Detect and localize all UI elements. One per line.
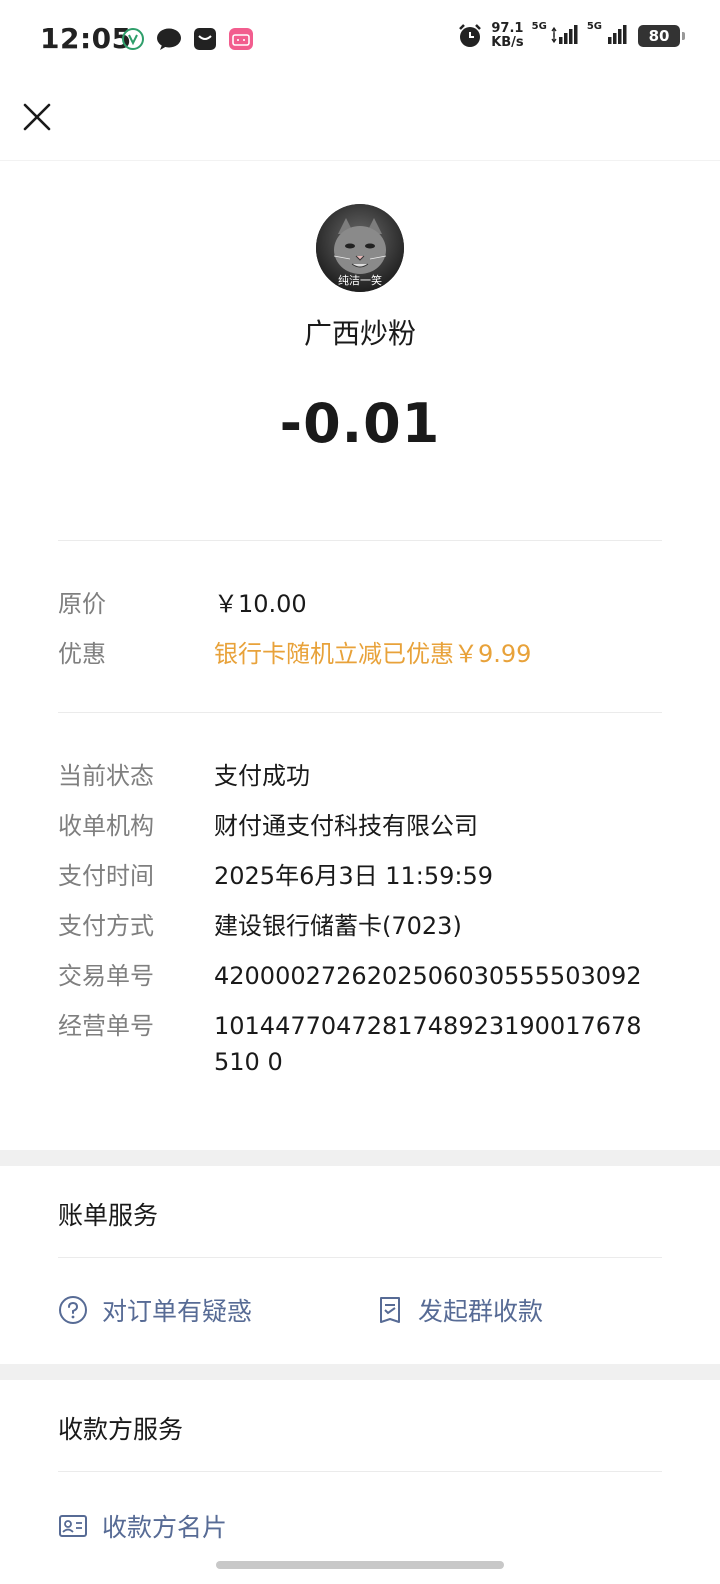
status-value: 支付成功 <box>214 762 310 790</box>
order-question-link[interactable]: 对订单有疑惑 <box>58 1292 252 1328</box>
question-circle-icon <box>59 1296 87 1324</box>
merchant-order-row: 经营单号 1014477047281748923190017678510 0 <box>58 1008 668 1080</box>
merchant-avatar[interactable]: 纯洁一笑 <box>316 204 404 292</box>
payment-method-value: 建设银行储蓄卡(7023) <box>214 912 462 940</box>
acquirer-row: 收单机构 财付通支付科技有限公司 <box>58 808 668 844</box>
group-collect-label: 发起群收款 <box>418 1297 544 1326</box>
close-button[interactable] <box>18 98 58 138</box>
divider-payee-service <box>58 1471 662 1472</box>
row-label: 支付时间 <box>58 862 154 890</box>
row-label: 当前状态 <box>58 762 154 790</box>
alarm-icon <box>457 23 483 49</box>
payment-time-value: 2025年6月3日 11:59:59 <box>214 862 494 890</box>
divider-bill-service <box>58 1257 662 1258</box>
status-row: 当前状态 支付成功 <box>58 758 668 794</box>
payment-time-row: 支付时间 2025年6月3日 11:59:59 <box>58 858 668 894</box>
net-speed-unit: KB/s <box>491 35 524 50</box>
signal-bars-2-icon <box>606 23 630 49</box>
avatar-caption: 纯洁一笑 <box>338 273 382 287</box>
divider-pricing <box>58 712 662 713</box>
discount-row: 优惠 银行卡随机立减已优惠￥9.99 <box>58 636 668 672</box>
signal1-label: 5G <box>531 20 547 32</box>
battery-icon: 80 <box>638 25 685 47</box>
transaction-id-row: 交易单号 4200002726202506030555503092 <box>58 958 668 994</box>
system-icons: 97.1 KB/s 5G 5G 80 <box>457 20 685 50</box>
signal-bars-1-icon <box>551 23 579 49</box>
merchant-name: 广西炒粉 <box>303 317 416 350</box>
payment-amount: -0.01 <box>279 392 441 455</box>
order-question-label: 对订单有疑惑 <box>102 1297 253 1326</box>
original-price-row: 原价 ￥10.00 <box>58 586 668 622</box>
row-label: 优惠 <box>58 640 106 668</box>
receipt-icon <box>380 1297 400 1323</box>
close-icon <box>23 103 51 131</box>
row-label: 交易单号 <box>58 962 154 990</box>
row-label: 支付方式 <box>58 912 154 940</box>
home-indicator[interactable] <box>216 1561 504 1569</box>
signal2-label: 5G <box>586 20 602 32</box>
chat-bubble-icon <box>156 26 182 52</box>
acquirer-value: 财付通支付科技有限公司 <box>214 812 478 840</box>
divider-amount <box>58 540 662 541</box>
status-time: 12:05 <box>40 22 132 55</box>
row-label: 收单机构 <box>58 812 154 840</box>
mail-app-icon <box>192 26 218 52</box>
transaction-id-value[interactable]: 4200002726202506030555503092 <box>214 958 654 994</box>
bill-service-title: 账单服务 <box>58 1201 159 1230</box>
row-label: 经营单号 <box>58 1012 154 1040</box>
bilibili-icon <box>228 26 254 52</box>
status-bar: 12:05 97.1 KB/s 5G 5G 80 <box>0 0 720 80</box>
payment-detail-screen: 12:05 97.1 KB/s 5G 5G 80 纯洁一笑 广西炒粉 -0.01… <box>0 0 720 1584</box>
net-speed-value: 97.1 <box>491 21 524 36</box>
original-price-value: ￥10.00 <box>214 590 307 618</box>
section-separator <box>0 1150 720 1166</box>
notification-icons <box>120 26 254 52</box>
merchant-order-value[interactable]: 1014477047281748923190017678510 0 <box>214 1008 646 1080</box>
section-separator <box>0 1364 720 1380</box>
payee-card-link[interactable]: 收款方名片 <box>58 1508 227 1544</box>
group-collect-link[interactable]: 发起群收款 <box>376 1292 543 1328</box>
payment-method-row: 支付方式 建设银行储蓄卡(7023) <box>58 908 668 944</box>
discount-value: 银行卡随机立减已优惠￥9.99 <box>214 640 532 668</box>
row-label: 原价 <box>58 590 106 618</box>
payee-card-label: 收款方名片 <box>102 1513 228 1542</box>
vpn-icon <box>120 26 146 52</box>
header-divider <box>0 160 720 161</box>
cat-avatar-image: 纯洁一笑 <box>316 204 404 292</box>
payee-service-title: 收款方服务 <box>58 1415 184 1444</box>
business-card-icon <box>59 1515 87 1537</box>
network-speed: 97.1 KB/s <box>491 22 523 50</box>
